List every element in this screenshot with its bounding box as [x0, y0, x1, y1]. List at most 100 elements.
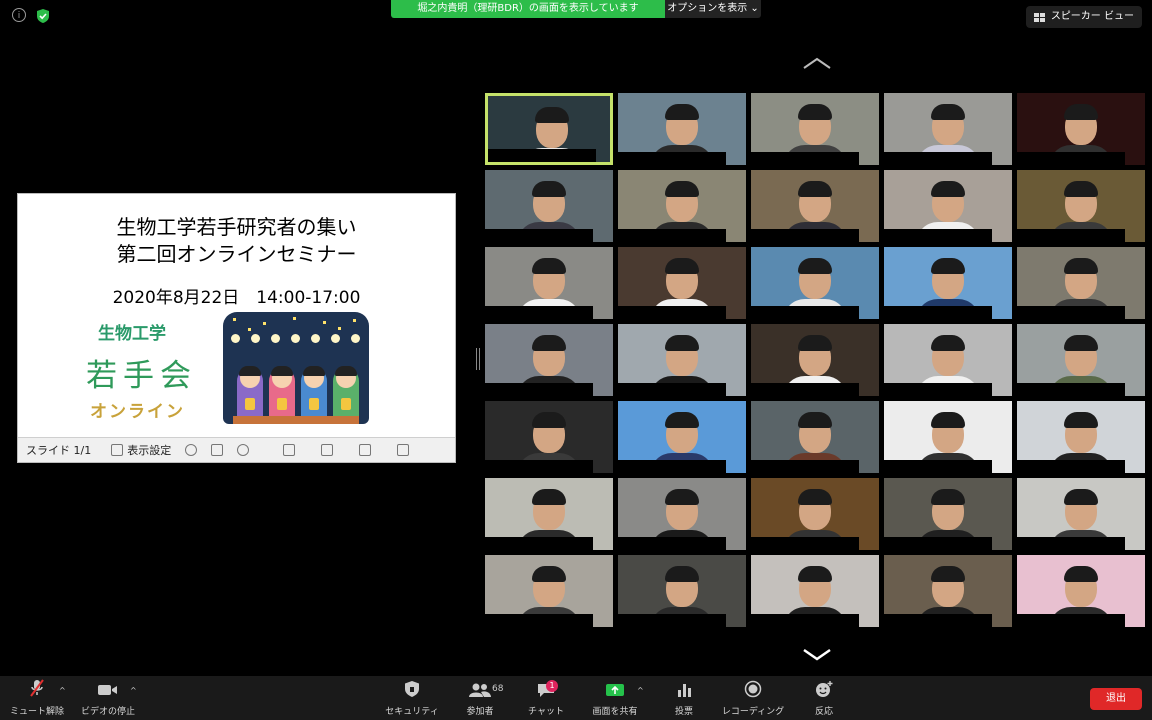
previous-slide-icon[interactable] — [185, 444, 198, 456]
encryption-shield-icon[interactable] — [36, 8, 50, 24]
participant-video-tile[interactable] — [1017, 401, 1145, 473]
leave-meeting-button[interactable]: 退出 — [1090, 688, 1142, 710]
participant-video-tile[interactable] — [884, 478, 1012, 550]
participant-video-tile[interactable] — [751, 478, 879, 550]
participant-video-tile[interactable] — [618, 247, 746, 319]
participant-video-tile[interactable] — [884, 324, 1012, 396]
participant-video-tile[interactable] — [618, 93, 746, 165]
star-decoration — [353, 319, 356, 322]
muted-mic-icon — [30, 679, 44, 697]
participant-name-bar — [884, 306, 992, 319]
lantern-decoration — [271, 334, 280, 343]
participant-hair — [665, 566, 699, 582]
participant-name-bar — [485, 460, 593, 473]
participant-video-tile[interactable] — [884, 555, 1012, 627]
view-options-button[interactable]: オプションを表示 ⌄ — [665, 0, 761, 18]
participant-name-bar — [485, 614, 593, 627]
reading-view-icon[interactable] — [359, 444, 372, 456]
reactions-button[interactable]: 反応 — [804, 676, 844, 720]
share-screen-button[interactable]: 画面を共有 — [590, 676, 640, 720]
participant-video-tile[interactable] — [751, 247, 879, 319]
participant-hair — [798, 335, 832, 351]
lantern-decoration — [331, 334, 340, 343]
participant-video-tile[interactable] — [485, 478, 613, 550]
stop-video-button[interactable]: ビデオの停止 — [80, 676, 136, 720]
participant-video-tile[interactable] — [884, 401, 1012, 473]
participant-video-tile[interactable] — [485, 324, 613, 396]
slide-logo-line2: 若手会 — [86, 358, 197, 394]
audio-options-caret-icon[interactable]: ^ — [59, 686, 66, 695]
participant-name-bar — [1017, 537, 1125, 550]
participant-name-bar — [884, 383, 992, 396]
participant-video-tile[interactable] — [1017, 247, 1145, 319]
participant-video-tile[interactable] — [1017, 555, 1145, 627]
participant-name-bar — [618, 460, 726, 473]
participant-video-tile[interactable] — [485, 555, 613, 627]
participant-name-bar — [485, 537, 593, 550]
participant-video-tile[interactable] — [751, 555, 879, 627]
participant-video-tile[interactable] — [618, 170, 746, 242]
poll-button[interactable]: 投票 — [664, 676, 704, 720]
scroll-up-icon[interactable] — [802, 56, 832, 70]
participant-hair — [1064, 412, 1098, 428]
participant-hair — [931, 412, 965, 428]
next-slide-icon[interactable] — [237, 444, 250, 456]
participant-video-tile[interactable] — [1017, 170, 1145, 242]
participant-name-bar — [884, 152, 992, 165]
participant-video-tile[interactable] — [1017, 324, 1145, 396]
participant-video-tile[interactable] — [751, 93, 879, 165]
record-button[interactable]: レコーディング — [718, 676, 788, 720]
chat-button[interactable]: 1 チャット — [524, 676, 568, 720]
panel-resize-handle[interactable] — [476, 348, 480, 370]
speaker-view-button[interactable]: スピーカー ビュー — [1025, 6, 1142, 28]
participant-video-tile[interactable] — [884, 170, 1012, 242]
participant-video-tile[interactable] — [1017, 478, 1145, 550]
participant-name-bar — [751, 383, 859, 396]
display-settings-icon[interactable] — [111, 444, 124, 456]
participant-video-tile[interactable] — [485, 247, 613, 319]
info-icon[interactable]: i — [12, 8, 26, 22]
grid-view-icon[interactable] — [321, 444, 334, 456]
participant-video-tile[interactable] — [485, 170, 613, 242]
participant-hair — [1064, 489, 1098, 505]
participant-video-tile[interactable] — [485, 93, 613, 165]
participant-video-tile[interactable] — [485, 401, 613, 473]
participant-video-tile[interactable] — [751, 324, 879, 396]
scroll-down-icon[interactable] — [802, 648, 832, 662]
slide-title-line2: 第二回オンラインセミナー — [116, 242, 357, 266]
participant-video-tile[interactable] — [618, 324, 746, 396]
participant-video-tile[interactable] — [618, 401, 746, 473]
participant-hair — [931, 489, 965, 505]
slideshow-icon[interactable] — [397, 444, 410, 456]
video-options-caret-icon[interactable]: ^ — [130, 686, 137, 695]
participant-hair — [798, 412, 832, 428]
participant-video-tile[interactable] — [1017, 93, 1145, 165]
slide-logo-line1: 生物工学 — [98, 324, 166, 344]
display-settings-button[interactable]: 表示設定 — [127, 442, 171, 458]
participant-hair — [931, 181, 965, 197]
normal-view-icon[interactable] — [283, 444, 296, 456]
participant-name-bar — [1017, 460, 1125, 473]
slide-sorter-icon[interactable] — [211, 444, 224, 456]
participant-video-tile[interactable] — [884, 93, 1012, 165]
unmute-button[interactable]: ミュート解除 — [8, 676, 66, 720]
participant-video-tile[interactable] — [618, 555, 746, 627]
participant-name-bar — [751, 229, 859, 242]
video-camera-icon — [98, 685, 117, 695]
participant-hair — [798, 566, 832, 582]
participant-hair — [665, 335, 699, 351]
participant-video-tile[interactable] — [751, 401, 879, 473]
security-button[interactable]: セキュリティ — [384, 676, 440, 720]
participant-video-tile[interactable] — [751, 170, 879, 242]
share-options-caret-icon[interactable]: ^ — [637, 686, 644, 695]
participants-button[interactable]: 68 参加者 — [458, 676, 503, 720]
participant-video-tile[interactable] — [884, 247, 1012, 319]
lantern-decoration — [291, 334, 300, 343]
lantern-decoration — [351, 334, 360, 343]
share-screen-label: 画面を共有 — [592, 707, 638, 717]
participant-hair — [931, 335, 965, 351]
chat-unread-badge: 1 — [546, 680, 558, 692]
participant-hair — [798, 104, 832, 120]
participant-video-tile[interactable] — [618, 478, 746, 550]
participant-hair — [665, 258, 699, 274]
